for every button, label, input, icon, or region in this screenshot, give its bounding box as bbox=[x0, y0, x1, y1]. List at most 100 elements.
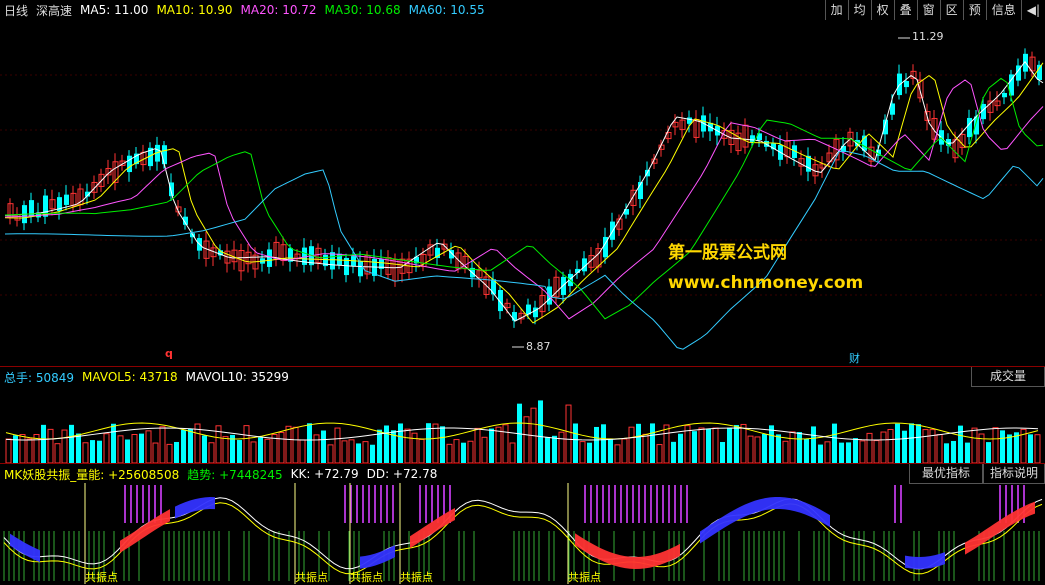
volume-bar bbox=[747, 435, 754, 463]
watermark-url: www.chnmoney.com bbox=[668, 273, 864, 293]
volume-bar bbox=[418, 438, 425, 463]
volume-bar bbox=[922, 429, 929, 463]
volume-bar bbox=[125, 439, 130, 463]
volume-bar bbox=[552, 435, 557, 463]
ma-line bbox=[4, 60, 1044, 322]
volume-bar bbox=[663, 424, 670, 463]
volume-bar bbox=[698, 427, 705, 463]
q-marker: q bbox=[165, 347, 173, 360]
period-label[interactable]: 日线 bbox=[4, 2, 28, 19]
volume-bar bbox=[82, 442, 89, 463]
candle-body bbox=[974, 116, 979, 135]
volume-bar bbox=[19, 434, 26, 463]
indicator-header: MK妖股共振_量能: +25608508 趋势: +7448245 KK: +7… bbox=[0, 463, 1045, 484]
volume-bar bbox=[832, 423, 837, 463]
volume-bar bbox=[545, 436, 550, 463]
volume-bar bbox=[461, 442, 466, 463]
toolbar-range-button[interactable]: 区 bbox=[939, 0, 963, 20]
volume-bar bbox=[712, 427, 719, 463]
volume-bar bbox=[481, 436, 488, 463]
volume-bar bbox=[880, 431, 887, 463]
volume-bar bbox=[1007, 434, 1012, 463]
volume-bar bbox=[811, 426, 816, 463]
volume-bar bbox=[873, 440, 880, 463]
volume-bar bbox=[1028, 434, 1033, 463]
indicator-trend: 趋势: +7448245 bbox=[187, 467, 283, 482]
indicator-chart[interactable] bbox=[0, 483, 1045, 584]
volume-bar bbox=[341, 440, 348, 463]
volume-bar bbox=[489, 428, 494, 463]
volume-bar bbox=[594, 426, 599, 463]
volume-bar bbox=[208, 442, 215, 463]
volume-bar bbox=[1034, 434, 1041, 463]
toolbar-add-button[interactable]: 加 bbox=[824, 0, 848, 20]
volume-bar bbox=[362, 441, 369, 463]
toolbar-average-button[interactable]: 均 bbox=[847, 0, 871, 20]
volume-bar bbox=[608, 438, 613, 463]
volume-bar bbox=[587, 442, 592, 463]
volume-bar bbox=[264, 438, 271, 463]
volume-bar bbox=[853, 438, 858, 463]
volume-bar bbox=[642, 433, 649, 463]
toolbar-overlay-button[interactable]: 叠 bbox=[893, 0, 917, 20]
volume-bar bbox=[936, 434, 943, 463]
volume-bar bbox=[54, 443, 61, 463]
toolbar-info-button[interactable]: 信息 bbox=[985, 0, 1021, 20]
indicator-help-button[interactable]: 指标说明 bbox=[982, 464, 1045, 484]
volume-bar bbox=[986, 442, 991, 463]
energy-band bbox=[360, 545, 395, 569]
volume-chart[interactable] bbox=[0, 386, 1045, 463]
resonance-point-label: 共振点 bbox=[295, 571, 328, 584]
volume-bar bbox=[258, 437, 263, 463]
price-chart[interactable] bbox=[0, 20, 1045, 366]
volume-bar bbox=[446, 443, 453, 463]
volume-bar bbox=[916, 424, 921, 463]
volume-bar bbox=[951, 440, 956, 463]
volume-bar bbox=[334, 427, 341, 463]
volume-bar bbox=[846, 442, 851, 463]
volume-bar bbox=[292, 426, 299, 463]
finance-marker[interactable]: 财 bbox=[849, 350, 860, 366]
volume-bar bbox=[174, 441, 179, 463]
mavol5-value: MAVOL5: 43718 bbox=[82, 370, 178, 384]
best-indicator-button[interactable]: 最优指标 bbox=[908, 464, 983, 484]
volume-bar bbox=[159, 426, 166, 463]
volume-bar bbox=[307, 423, 312, 463]
volume-bar bbox=[61, 429, 68, 463]
volume-bar bbox=[145, 430, 152, 463]
volume-bar bbox=[97, 440, 102, 463]
volume-bar bbox=[509, 442, 516, 463]
candle-body bbox=[162, 145, 167, 165]
volume-bar bbox=[776, 434, 781, 463]
toolbar-window-button[interactable]: 窗 bbox=[916, 0, 940, 20]
volume-bar bbox=[628, 426, 635, 463]
volume-bar bbox=[474, 427, 481, 463]
volume-bar bbox=[327, 444, 334, 463]
volume-bar bbox=[565, 404, 572, 463]
toolbar-rights-button[interactable]: 权 bbox=[870, 0, 894, 20]
volume-bar bbox=[131, 434, 138, 463]
volume-bar bbox=[299, 439, 306, 463]
volume-bar bbox=[887, 428, 894, 463]
volume-bar bbox=[818, 444, 823, 463]
stock-name: 深高速 bbox=[36, 3, 73, 18]
toolbar-collapse-icon[interactable]: ◀| bbox=[1020, 0, 1045, 20]
volume-bar bbox=[656, 444, 663, 463]
volume-bar bbox=[929, 429, 936, 463]
volume-bar bbox=[782, 440, 789, 463]
toolbar-forecast-button[interactable]: 预 bbox=[962, 0, 986, 20]
volume-header: 总手: 50849 MAVOL5: 43718 MAVOL10: 35299 成… bbox=[0, 366, 1045, 387]
volume-bar bbox=[614, 444, 621, 463]
volume-bar bbox=[706, 428, 711, 463]
volume-bar bbox=[692, 431, 697, 463]
volume-bar bbox=[789, 431, 796, 463]
volume-bar bbox=[1014, 432, 1019, 463]
volume-bar bbox=[188, 428, 193, 463]
volume-bar bbox=[432, 423, 439, 463]
volume-bar bbox=[859, 440, 866, 463]
volume-bar bbox=[117, 435, 124, 463]
volume-bar bbox=[992, 427, 999, 463]
volume-type-button[interactable]: 成交量 bbox=[970, 367, 1045, 387]
volume-bar bbox=[384, 425, 389, 463]
volume-bar bbox=[237, 440, 242, 463]
